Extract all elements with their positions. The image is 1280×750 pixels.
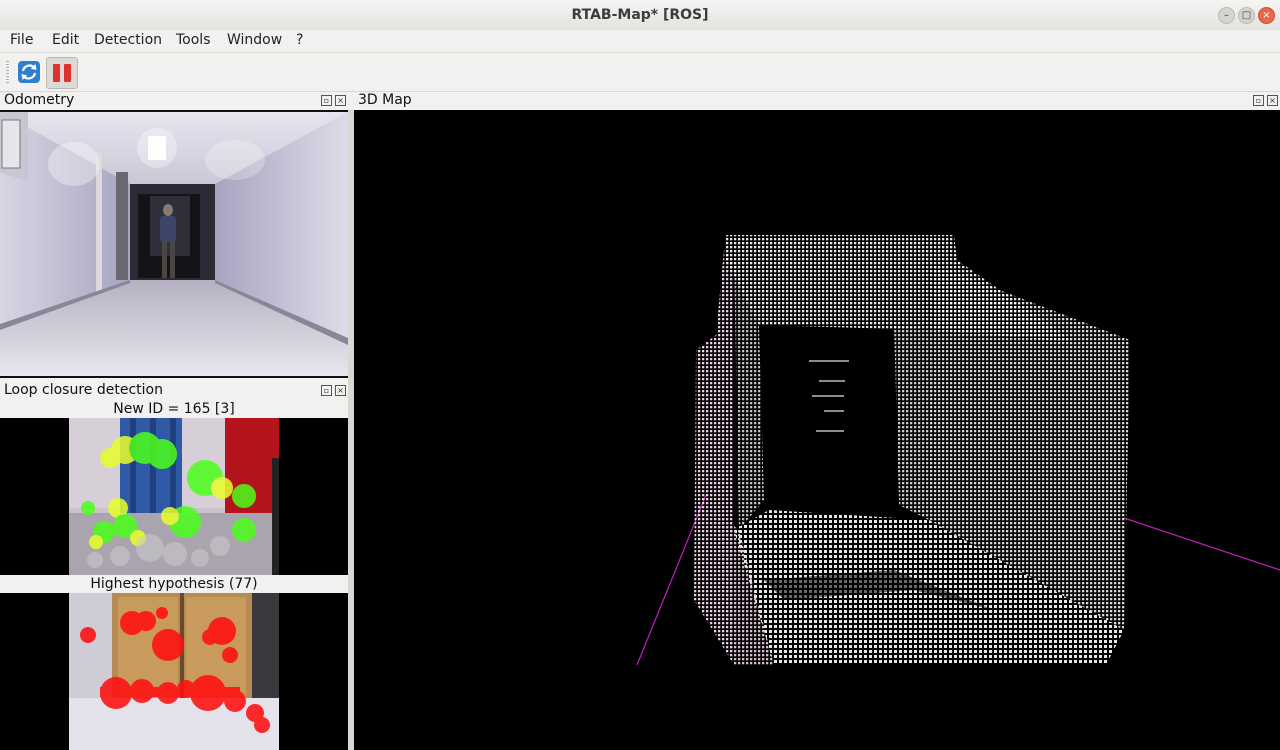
menu-file[interactable]: File <box>10 32 33 48</box>
minimize-button[interactable]: – <box>1218 7 1235 24</box>
odometry-close-icon[interactable]: × <box>335 95 346 106</box>
refresh-button[interactable] <box>14 57 44 87</box>
menu-tools[interactable]: Tools <box>176 32 211 48</box>
toolbar-grip[interactable] <box>6 61 9 83</box>
menu-help[interactable]: ? <box>296 32 303 48</box>
new-id-image <box>69 418 279 575</box>
menu-window[interactable]: Window <box>227 32 282 48</box>
map3d-dock-title: 3D Map <box>358 92 412 108</box>
window-titlebar: RTAB-Map* [ROS] – □ × <box>0 0 1280 31</box>
odometry-camera-image <box>0 112 348 376</box>
map3d-viewer[interactable] <box>354 110 1280 750</box>
trajectory-line-right <box>1123 517 1280 571</box>
menu-bar: File Edit Detection Tools Window ? <box>0 30 1280 52</box>
point-cloud-render <box>636 235 1280 666</box>
new-id-caption: New ID = 165 [3] <box>113 401 235 417</box>
new-id-image-view <box>0 418 348 575</box>
map3d-dock-header: 3D Map ▫ × <box>354 91 1280 111</box>
odometry-dock-title: Odometry <box>4 92 75 108</box>
loop-closure-float-icon[interactable]: ▫ <box>321 385 332 396</box>
hypothesis-image <box>69 593 279 750</box>
loop-closure-dock-title: Loop closure detection <box>4 382 163 398</box>
loop-closure-dock-header: Loop closure detection ▫ × <box>0 381 350 401</box>
map3d-close-icon[interactable]: × <box>1267 95 1278 106</box>
highest-hypothesis-caption: Highest hypothesis (77) <box>90 576 258 592</box>
pause-button[interactable] <box>46 57 78 89</box>
menu-edit[interactable]: Edit <box>52 32 79 48</box>
maximize-button[interactable]: □ <box>1238 7 1255 24</box>
odometry-camera-view <box>0 110 348 378</box>
menu-detection[interactable]: Detection <box>94 32 162 48</box>
main-toolbar <box>0 52 1280 92</box>
map3d-float-icon[interactable]: ▫ <box>1253 95 1264 106</box>
window-title: RTAB-Map* [ROS] <box>571 7 709 23</box>
odometry-dock-header: Odometry ▫ × <box>0 91 350 111</box>
close-button[interactable]: × <box>1258 7 1275 24</box>
odometry-float-icon[interactable]: ▫ <box>321 95 332 106</box>
hypothesis-image-view <box>0 593 348 750</box>
refresh-icon <box>18 61 40 83</box>
loop-closure-close-icon[interactable]: × <box>335 385 346 396</box>
